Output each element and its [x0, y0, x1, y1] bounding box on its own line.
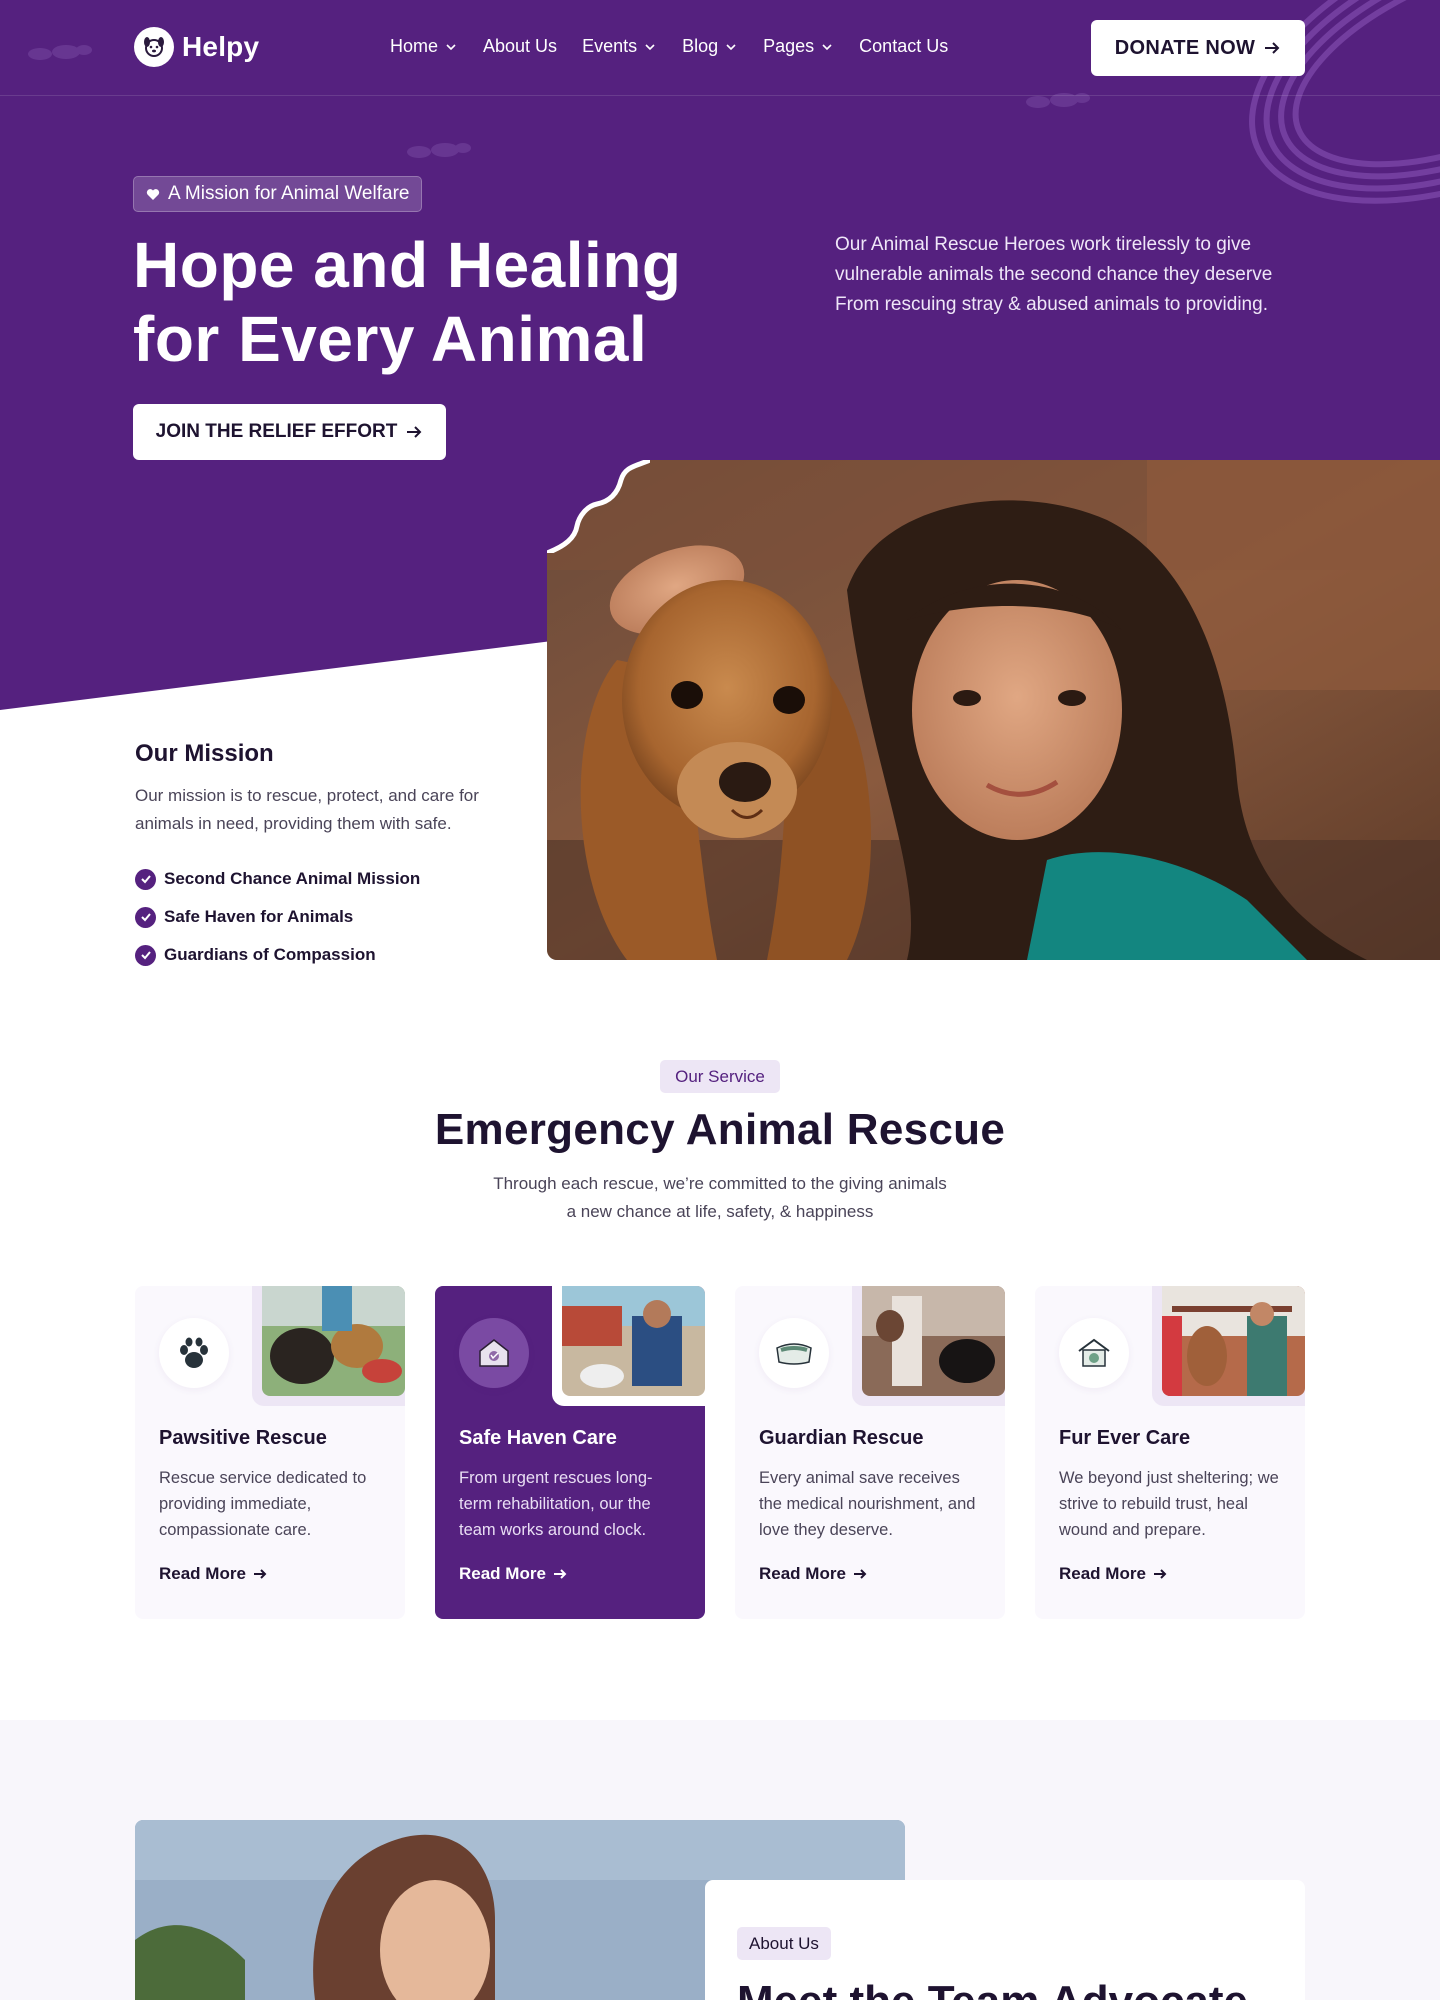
- nav-item-events[interactable]: Events: [582, 36, 657, 57]
- hero-photo-girl-with-dog: [547, 460, 1440, 960]
- mission-point-text: Guardians of Compassion: [164, 945, 376, 964]
- mission-title: Our Mission: [135, 740, 274, 767]
- nav-item-pages[interactable]: Pages: [763, 36, 834, 57]
- dog-logo-icon: [134, 27, 174, 67]
- chevron-down-icon: [645, 43, 655, 50]
- nav-item-blog[interactable]: Blog: [682, 36, 738, 57]
- hero-title: Hope and Healing for Every Animal: [133, 228, 753, 376]
- nav-label: Blog: [682, 36, 719, 56]
- card-description: From urgent rescues long-term rehabilita…: [459, 1469, 653, 1539]
- join-label: JOIN THE RELIEF EFFORT: [155, 421, 398, 442]
- chevron-down-icon: [822, 43, 832, 50]
- card-photo-rescue: [562, 1286, 705, 1396]
- arrow-right-icon: [1153, 1569, 1167, 1579]
- read-more-link[interactable]: Read More: [459, 1564, 568, 1584]
- check-circle-icon: [135, 868, 156, 890]
- card-photo-animals: [262, 1286, 405, 1396]
- nav-label: Events: [582, 36, 638, 56]
- navbar: Helpy Home About Us Events Blog Pages Co…: [0, 0, 1440, 96]
- service-card-pawsitive-rescue[interactable]: Pawsitive Rescue Rescue service dedicate…: [135, 1286, 405, 1619]
- shelter-icon: [459, 1318, 529, 1388]
- service-tag: Our Service: [660, 1060, 780, 1093]
- mission-point-text: Safe Haven for Animals: [164, 907, 354, 926]
- logo[interactable]: Helpy: [134, 27, 259, 67]
- mission-point-text: Second Chance Animal Mission: [164, 869, 421, 888]
- service-card-fur-ever-care[interactable]: Fur Ever Care We beyond just sheltering;…: [1035, 1286, 1305, 1619]
- card-description: Every animal save receives the medical n…: [759, 1469, 976, 1539]
- arrow-right-icon: [853, 1569, 867, 1579]
- about-tag: About Us: [737, 1927, 831, 1960]
- service-subtitle: Through each rescue, we’re committed to …: [420, 1170, 1020, 1226]
- chevron-down-icon: [726, 43, 736, 50]
- pet-house-icon: [1059, 1318, 1129, 1388]
- read-more-link[interactable]: Read More: [1059, 1564, 1168, 1584]
- hero-tag-text: A Mission for Animal Welfare: [168, 183, 410, 204]
- join-relief-effort-button[interactable]: JOIN THE RELIEF EFFORT: [133, 404, 446, 460]
- hero-title-line2: for Every Animal: [133, 303, 648, 375]
- donate-now-button[interactable]: DONATE NOW: [1091, 20, 1305, 76]
- hero-tag: A Mission for Animal Welfare: [133, 176, 423, 212]
- card-photo-stable: [1162, 1286, 1305, 1396]
- hero-title-line1: Hope and Healing: [133, 229, 682, 301]
- read-more-link[interactable]: Read More: [759, 1564, 868, 1584]
- mission-list: Second Chance Animal Mission Safe Haven …: [135, 860, 420, 974]
- read-more-label: Read More: [1059, 1564, 1146, 1583]
- service-card-safe-haven-care[interactable]: Safe Haven Care From urgent rescues long…: [435, 1286, 705, 1619]
- card-title: Safe Haven Care: [459, 1427, 617, 1449]
- mission-point: Guardians of Compassion: [135, 936, 420, 974]
- service-title: Emergency Animal Rescue: [434, 1105, 1006, 1154]
- card-title: Fur Ever Care: [1059, 1427, 1191, 1449]
- card-description: We beyond just sheltering; we strive to …: [1059, 1469, 1279, 1539]
- mission-description: Our mission is to rescue, protect, and c…: [135, 786, 479, 833]
- chevron-down-icon: [446, 43, 456, 50]
- arrow-right-icon: [553, 1569, 567, 1579]
- card-photo-feeding: [862, 1286, 1005, 1396]
- service-subtitle-line1: Through each rescue, we’re committed to …: [493, 1174, 947, 1193]
- arrow-right-icon: [1265, 42, 1280, 54]
- nav-item-contact[interactable]: Contact Us: [859, 36, 948, 57]
- about-title: Meet the Team Advocate: [737, 1977, 1297, 2000]
- mission-point: Second Chance Animal Mission: [135, 860, 420, 898]
- service-subtitle-line2: a new chance at life, safety, & happines…: [566, 1202, 874, 1221]
- nav-label: Home: [390, 36, 439, 56]
- nav-label: About Us: [483, 36, 558, 56]
- heart-icon: [146, 188, 160, 200]
- pet-bed-icon: [759, 1318, 829, 1388]
- scalloped-corner-decoration: [547, 460, 650, 553]
- about-card: About Us Meet the Team Advocate: [705, 1880, 1305, 2000]
- paw-decoration-icon: [407, 143, 471, 158]
- arrow-right-icon: [253, 1569, 267, 1579]
- read-more-link[interactable]: Read More: [159, 1564, 268, 1584]
- hero-description: Our Animal Rescue Heroes work tirelessly…: [835, 234, 1273, 315]
- nav-item-home[interactable]: Home: [390, 36, 458, 57]
- read-more-label: Read More: [459, 1564, 546, 1583]
- nav-item-about[interactable]: About Us: [483, 36, 557, 57]
- card-title: Guardian Rescue: [759, 1427, 924, 1449]
- logo-text: Helpy: [182, 31, 260, 62]
- main-nav: Home About Us Events Blog Pages Contact …: [390, 36, 973, 57]
- read-more-label: Read More: [759, 1564, 846, 1583]
- nav-label: Contact Us: [859, 36, 949, 56]
- check-circle-icon: [135, 906, 156, 928]
- read-more-label: Read More: [159, 1564, 246, 1583]
- service-card-guardian-rescue[interactable]: Guardian Rescue Every animal save receiv…: [735, 1286, 1005, 1619]
- paw-icon: [159, 1318, 229, 1388]
- hero-photo-illustration: [547, 460, 1440, 960]
- card-description: Rescue service dedicated to providing im…: [159, 1469, 367, 1539]
- check-circle-icon: [135, 944, 156, 966]
- donate-label: DONATE NOW: [1114, 36, 1256, 59]
- nav-label: Pages: [763, 36, 815, 56]
- card-title: Pawsitive Rescue: [159, 1427, 327, 1449]
- arrow-right-icon: [407, 426, 422, 438]
- mission-point: Safe Haven for Animals: [135, 898, 420, 936]
